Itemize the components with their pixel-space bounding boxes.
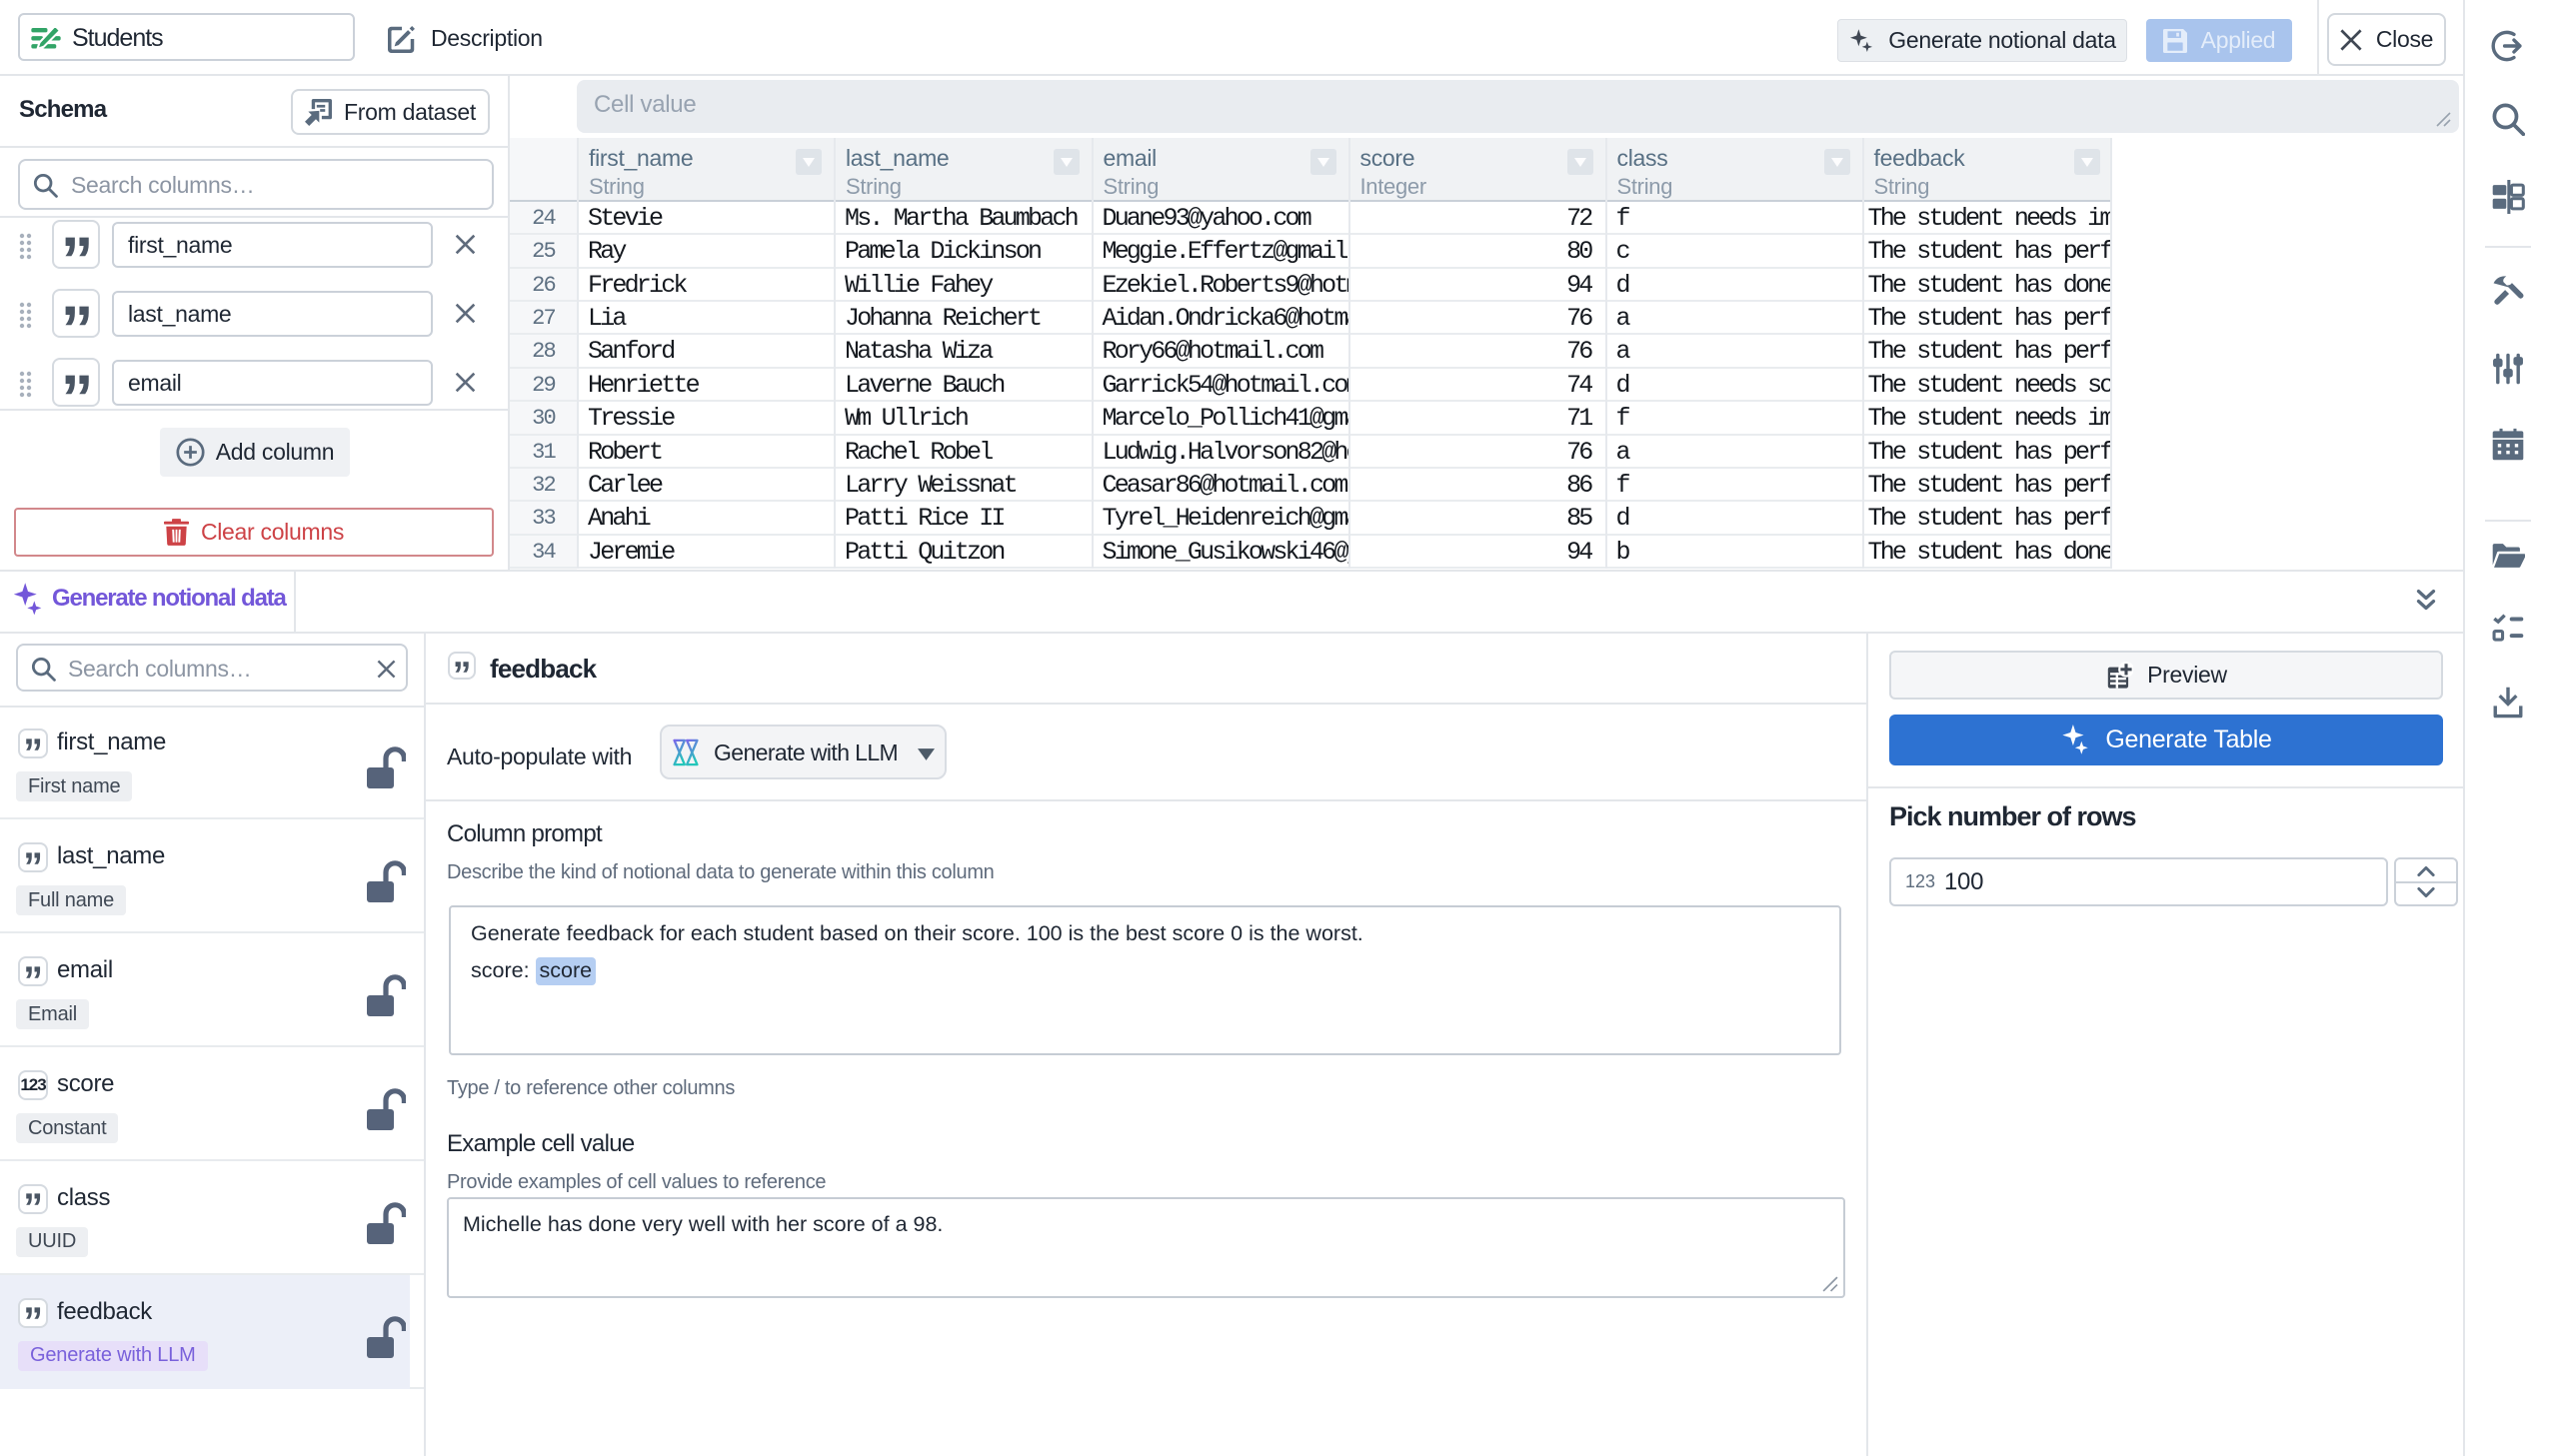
svg-text:”: ” [23, 959, 42, 985]
svg-text:”: ” [23, 1186, 42, 1212]
svg-text:”: ” [23, 731, 42, 757]
svg-text:”: ” [453, 654, 471, 679]
svg-text:”: ” [23, 1300, 42, 1326]
svg-text:”: ” [61, 223, 94, 268]
svg-text:”: ” [61, 292, 94, 337]
svg-text:”: ” [61, 361, 94, 406]
svg-text:”: ” [23, 845, 42, 871]
